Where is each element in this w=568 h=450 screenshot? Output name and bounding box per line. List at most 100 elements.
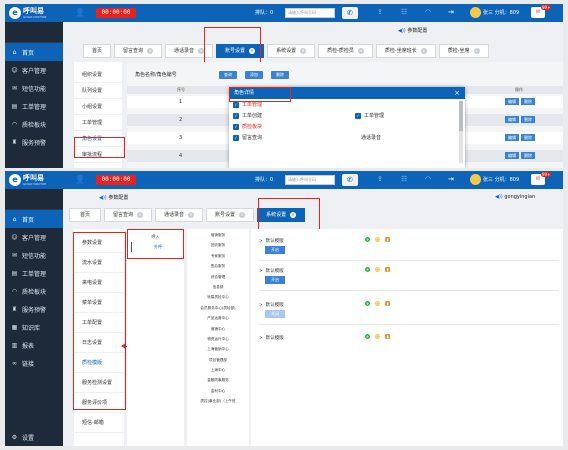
close-icon[interactable]: × xyxy=(147,48,154,54)
template-toggle-button[interactable]: 开启 xyxy=(265,276,285,284)
close-icon[interactable]: × xyxy=(454,87,460,99)
dial-phone-icon[interactable]: ✆ xyxy=(342,174,358,186)
modal-scrollbar[interactable] xyxy=(459,101,463,163)
template-item[interactable]: > 默认模版 开启 + ❐ ▮ xyxy=(259,237,559,260)
department-item[interactable]: 信息部 xyxy=(187,282,249,292)
department-item[interactable]: 项目管理部 xyxy=(187,355,249,365)
tab-messages[interactable]: 留言查询 × xyxy=(114,44,163,58)
tab-home[interactable]: 首页 xyxy=(83,44,112,58)
dial-phone-icon[interactable]: ✆ xyxy=(342,7,358,19)
close-icon[interactable]: × xyxy=(420,48,427,54)
headset-icon[interactable]: ◠ xyxy=(425,175,431,183)
sidebar-item-home[interactable]: ⌂ 首页 xyxy=(5,43,63,61)
checkbox-icon[interactable]: ✓ xyxy=(233,123,239,130)
scroll-thumb[interactable] xyxy=(459,101,463,131)
tab-qa-inspector[interactable]: 质检-质检员 × xyxy=(318,44,373,58)
department-item[interactable]: 专家服务 xyxy=(187,251,249,261)
checkbox-icon[interactable]: ✓ xyxy=(233,112,239,119)
sidebar-item-service[interactable]: ♜ 服务预警 xyxy=(5,133,63,151)
delete-icon[interactable]: ▮ xyxy=(385,267,390,272)
menu-group[interactable]: 小组设置 xyxy=(74,99,122,115)
tab-qa-agent[interactable]: 质检-坐席 × xyxy=(438,44,489,58)
close-icon[interactable]: × xyxy=(473,48,480,54)
sidebar-collapse[interactable] xyxy=(5,22,63,43)
transfer-icon[interactable]: ⇪ xyxy=(377,175,383,183)
department-item[interactable]: 上海中心 xyxy=(187,365,249,375)
add-icon[interactable]: + xyxy=(365,301,370,306)
department-item[interactable]: 产品运营中心 xyxy=(187,313,249,323)
headset-icon[interactable]: ◠ xyxy=(425,8,431,16)
tab-qa-leader[interactable]: 质检-坐席班长 × xyxy=(375,44,436,58)
edit-button[interactable]: 编辑 xyxy=(505,134,519,141)
tab-account-settings[interactable]: 账号设置 × xyxy=(206,208,255,222)
copy-icon[interactable]: ❐ xyxy=(375,334,380,339)
menu-queue[interactable]: 队列设置 xyxy=(74,83,122,99)
template-item[interactable]: > 默认模版 + ❐ ▮ xyxy=(259,334,559,347)
menu-org[interactable]: 组织设置 xyxy=(74,67,122,83)
delete-icon[interactable]: ▮ xyxy=(385,237,390,242)
copy-icon[interactable]: ❐ xyxy=(375,301,380,306)
template-item[interactable]: > 默认模版 关闭 + ❐ ▮ xyxy=(259,301,559,324)
sidebar-item-service[interactable]: ♜ 服务预警 xyxy=(5,300,63,318)
add-icon[interactable]: + xyxy=(365,267,370,272)
add-button[interactable]: 添加 xyxy=(245,71,263,79)
sidebar-item-customers[interactable]: ☺ 客户管理 xyxy=(5,61,63,79)
department-item[interactable]: 金融同事服务 xyxy=(187,375,249,385)
delete-icon[interactable]: ▮ xyxy=(385,301,390,306)
menu-sms-email[interactable]: 短信-邮箱 xyxy=(74,413,124,433)
edit-button[interactable]: 编辑 xyxy=(505,116,519,123)
avatar[interactable] xyxy=(470,174,481,185)
sidebar-item-qa[interactable]: ◠ 质检板块 xyxy=(5,115,63,133)
tab-system-settings[interactable]: 系统设置 × xyxy=(267,44,316,58)
call-number-input[interactable]: 请输入呼叫号码 xyxy=(285,175,335,185)
delete-row-button[interactable]: 删除 xyxy=(521,152,535,159)
permission-group[interactable]: ✓ 质检板块 xyxy=(229,121,465,132)
add-icon[interactable]: + xyxy=(365,334,370,339)
agent-icon[interactable]: 👤 xyxy=(75,8,85,17)
logout-icon[interactable]: ⇥ xyxy=(448,175,454,183)
tab-recordings[interactable]: 通话录音 × xyxy=(155,208,204,222)
delete-row-button[interactable]: 删除 xyxy=(521,98,535,105)
sidebar-item-settings[interactable]: ⚙ 设置 xyxy=(5,428,63,446)
department-item[interactable]: 质控(事业部)（上午班 xyxy=(187,396,249,406)
template-toggle-button[interactable]: 关闭 xyxy=(265,310,285,318)
delete-icon[interactable]: ▮ xyxy=(385,334,390,339)
delete-row-button[interactable]: 删除 xyxy=(521,134,535,141)
edit-button[interactable]: 编辑 xyxy=(505,98,519,105)
checkbox-icon[interactable]: ✓ xyxy=(233,101,239,108)
sidebar-collapse[interactable] xyxy=(5,189,63,210)
menu-tickets[interactable]: 工单管理 xyxy=(74,115,122,131)
call-number-input[interactable]: 请输入呼叫号码 xyxy=(285,8,335,18)
sidebar-item-report[interactable]: ▥ 报表 xyxy=(5,336,63,354)
department-item[interactable]: 回访服务 xyxy=(187,240,249,250)
delete-button[interactable]: 删除 xyxy=(271,71,289,79)
tab-home[interactable]: 首页 xyxy=(69,208,102,222)
conference-icon[interactable]: ☷ xyxy=(401,8,407,16)
sidebar-item-sms[interactable]: ✉ 短信功能 xyxy=(5,79,63,97)
sidebar-item-home[interactable]: ⌂ 首页 xyxy=(5,210,63,228)
copy-icon[interactable]: ❐ xyxy=(375,267,380,272)
copy-icon[interactable]: ❐ xyxy=(375,237,380,242)
sidebar-item-qa[interactable]: ◠ 质检板块 xyxy=(5,282,63,300)
department-item[interactable]: 会员服务中心(质检部) xyxy=(187,303,249,313)
department-item[interactable]: 上海营销中心 xyxy=(187,344,249,354)
transfer-icon[interactable]: ⇪ xyxy=(377,8,383,16)
department-item[interactable]: 售后服务 xyxy=(187,261,249,271)
close-icon[interactable]: × xyxy=(239,212,246,218)
close-icon[interactable]: × xyxy=(137,212,144,218)
department-item[interactable]: 综合管理 xyxy=(187,272,249,282)
department-item[interactable]: 玩易质检中心 xyxy=(187,292,249,302)
logout-icon[interactable]: ⇥ xyxy=(448,8,454,16)
department-item[interactable]: 物资运行中心 xyxy=(187,334,249,344)
checkbox-icon[interactable]: ✓ xyxy=(233,134,239,141)
conference-icon[interactable]: ☷ xyxy=(401,175,407,183)
close-icon[interactable]: × xyxy=(300,48,307,54)
template-toggle-button[interactable]: 开启 xyxy=(265,246,285,254)
department-item[interactable]: 营销中心 xyxy=(187,324,249,334)
sidebar-item-sms[interactable]: ✉ 短信功能 xyxy=(5,246,63,264)
agent-icon[interactable]: 👤 xyxy=(75,175,85,184)
query-button[interactable]: 查询 xyxy=(219,71,237,79)
close-icon[interactable]: × xyxy=(188,212,195,218)
tab-messages[interactable]: 留言查询 × xyxy=(104,208,153,222)
department-item[interactable]: 金利中心 xyxy=(187,386,249,396)
